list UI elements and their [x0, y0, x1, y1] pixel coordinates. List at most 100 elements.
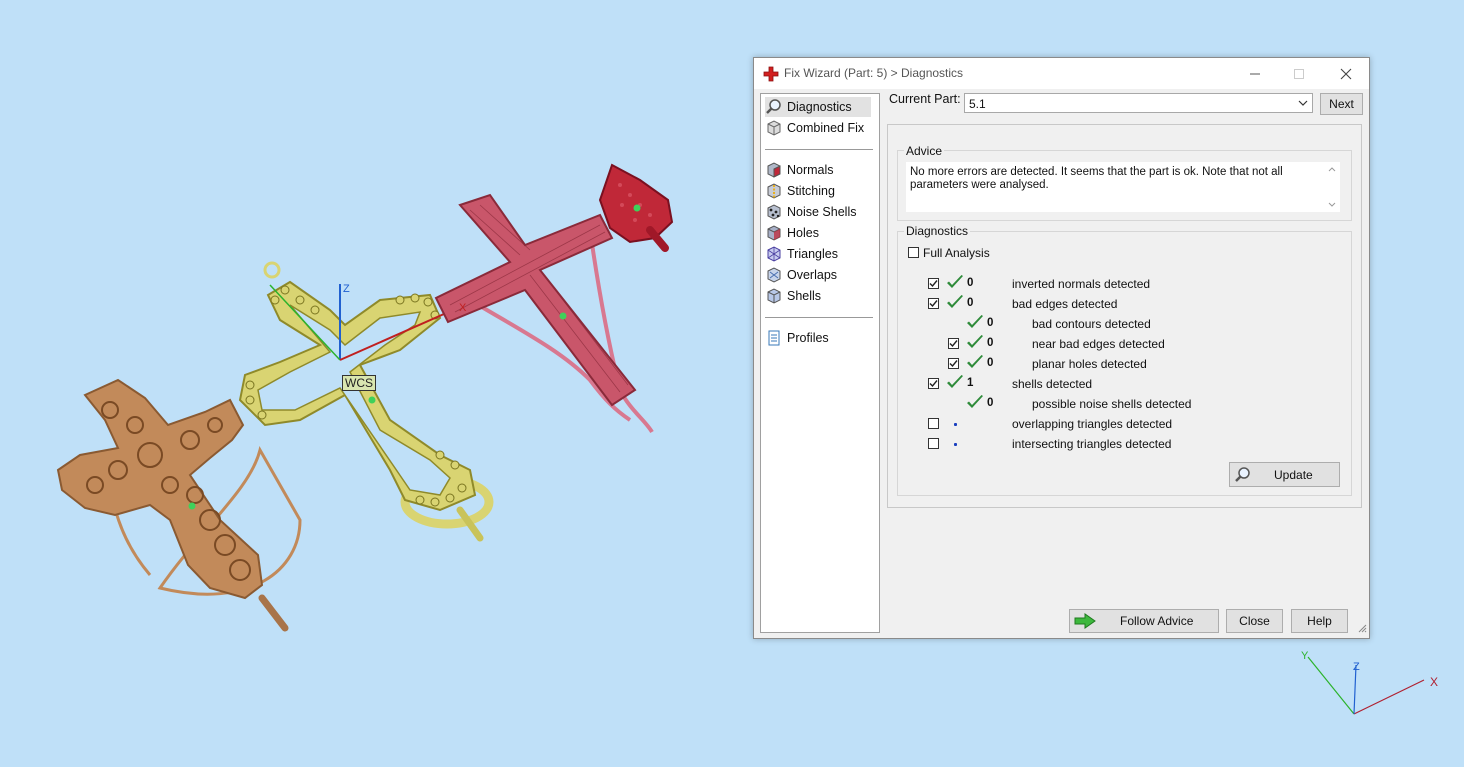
wcs-label: WCS	[342, 375, 376, 391]
diagnostic-checkbox[interactable]	[928, 278, 939, 289]
diagnostic-checkbox[interactable]	[928, 438, 939, 449]
holes-icon	[765, 224, 783, 242]
diagnostic-count: 1	[967, 377, 974, 389]
sidebar-divider	[765, 317, 873, 318]
green-check-icon	[966, 354, 984, 372]
chevron-down-icon	[1298, 94, 1308, 120]
close-button[interactable]: Close	[1226, 609, 1283, 633]
green-check-icon	[966, 394, 984, 412]
sidebar-item-stitching[interactable]: Stitching	[765, 181, 835, 201]
diagnostic-label: inverted normals detected	[1012, 277, 1151, 291]
sidebar-item-normals[interactable]: Normals	[765, 160, 834, 180]
sidebar-item-label: Diagnostics	[787, 100, 852, 114]
minimize-button[interactable]	[1232, 58, 1278, 89]
diagnostic-count: 0	[987, 337, 994, 349]
green-check-icon	[946, 374, 964, 392]
status-dot-icon	[954, 443, 957, 446]
axis-triad	[1307, 656, 1425, 715]
magnifier-icon	[765, 98, 783, 116]
advice-title: Advice	[904, 144, 945, 158]
green-check-icon	[966, 314, 984, 332]
maximize-icon	[1294, 68, 1304, 79]
advice-textbox: No more errors are detected. It seems th…	[906, 162, 1340, 212]
sidebar-item-noise-shells[interactable]: Noise Shells	[765, 202, 856, 222]
sidebar-item-overlaps[interactable]: Overlaps	[765, 265, 837, 285]
sidebar-item-label: Overlaps	[787, 268, 838, 282]
diagnostic-label: possible noise shells detected	[1032, 397, 1192, 411]
green-check-icon	[946, 294, 964, 312]
update-button[interactable]: Update	[1229, 462, 1340, 487]
help-button[interactable]: Help	[1291, 609, 1348, 633]
fix-wizard-dialog: Fix Wizard (Part: 5) > Diagnostics Diagn…	[753, 57, 1370, 639]
cube-icon	[765, 119, 783, 137]
full-analysis-checkbox[interactable]	[908, 247, 919, 258]
advice-scrollbar[interactable]	[1326, 162, 1338, 212]
triad-y-label: Y	[1301, 650, 1309, 662]
sidebar-item-diagnostics[interactable]: Diagnostics	[765, 97, 871, 117]
diagnostic-count: 0	[987, 357, 994, 369]
current-part-value: 5.1	[969, 97, 986, 111]
diagnostic-label: near bad edges detected	[1032, 337, 1165, 351]
green-check-icon	[966, 334, 984, 352]
sidebar-item-profiles[interactable]: Profiles	[765, 328, 829, 348]
sidebar-item-shells[interactable]: Shells	[765, 286, 821, 306]
sidebar-item-combined-fix[interactable]: Combined Fix	[765, 118, 864, 138]
wcs-x-label: X	[459, 302, 467, 314]
diagnostic-label: shells detected	[1012, 377, 1093, 391]
diagnostic-label: overlapping triangles detected	[1012, 417, 1173, 431]
green-arrow-icon	[1074, 613, 1096, 629]
current-part-label: Current Part:	[889, 92, 961, 106]
maximize-button[interactable]	[1276, 58, 1322, 89]
wcs-z-label: Z	[343, 283, 350, 295]
triad-z-label: Z	[1353, 661, 1360, 673]
update-label: Update	[1274, 467, 1313, 482]
sidebar-item-holes[interactable]: Holes	[765, 223, 819, 243]
diagnostic-count: 0	[987, 397, 994, 409]
profiles-icon	[765, 329, 783, 347]
diagnostic-count: 0	[967, 277, 974, 289]
triangles-icon	[765, 245, 783, 263]
advice-text: No more errors are detected. It seems th…	[910, 166, 1283, 191]
diagnostic-label: intersecting triangles detected	[1012, 437, 1172, 451]
overlaps-icon	[765, 266, 783, 284]
diagnostic-label: bad edges detected	[1012, 297, 1118, 311]
diagnostic-label: planar holes detected	[1032, 357, 1147, 371]
next-button[interactable]: Next	[1320, 93, 1363, 115]
sidebar-item-label: Stitching	[787, 184, 835, 198]
resize-grip-icon[interactable]	[1357, 622, 1367, 636]
sidebar-item-label: Holes	[787, 226, 819, 240]
shells-icon	[765, 287, 783, 305]
wizard-sidebar: Diagnostics Combined Fix Normals Stitchi…	[760, 93, 880, 633]
triad-x-label: X	[1430, 675, 1439, 689]
status-dot-icon	[954, 423, 957, 426]
normals-icon	[765, 161, 783, 179]
sidebar-item-triangles[interactable]: Triangles	[765, 244, 838, 264]
current-part-select[interactable]: 5.1	[964, 93, 1313, 113]
noise-shells-icon	[765, 203, 783, 221]
close-icon	[1340, 68, 1352, 79]
diagnostic-count: 0	[967, 297, 974, 309]
diagnostics-title: Diagnostics	[904, 224, 971, 238]
sidebar-item-label: Shells	[787, 289, 822, 303]
sidebar-item-label: Noise Shells	[787, 205, 857, 219]
magnifier-icon	[1234, 466, 1252, 484]
sidebar-item-label: Normals	[787, 163, 834, 177]
follow-advice-button[interactable]: Follow Advice	[1069, 609, 1219, 633]
sidebar-item-label: Triangles	[787, 247, 838, 261]
diagnostic-count: 0	[987, 317, 994, 329]
dialog-titlebar[interactable]: Fix Wizard (Part: 5) > Diagnostics	[754, 58, 1369, 89]
green-check-icon	[946, 274, 964, 292]
stitching-icon	[765, 182, 783, 200]
diagnostic-checkbox[interactable]	[948, 338, 959, 349]
diagnostic-checkbox[interactable]	[928, 298, 939, 309]
diagnostic-checkbox[interactable]	[928, 378, 939, 389]
dialog-title: Fix Wizard (Part: 5) > Diagnostics	[784, 66, 964, 80]
sidebar-item-label: Combined Fix	[787, 121, 865, 135]
minimize-icon	[1250, 73, 1260, 74]
close-window-button[interactable]	[1323, 58, 1369, 89]
sidebar-item-label: Profiles	[787, 331, 829, 345]
sidebar-divider	[765, 149, 873, 150]
diagnostic-checkbox[interactable]	[948, 358, 959, 369]
red-cross-icon	[763, 66, 779, 85]
diagnostic-checkbox[interactable]	[928, 418, 939, 429]
